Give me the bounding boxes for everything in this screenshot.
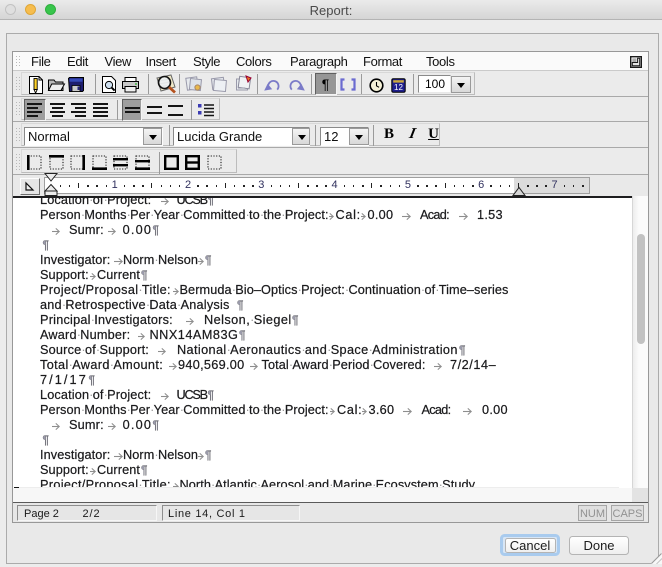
svg-text:12: 12 <box>394 83 403 92</box>
